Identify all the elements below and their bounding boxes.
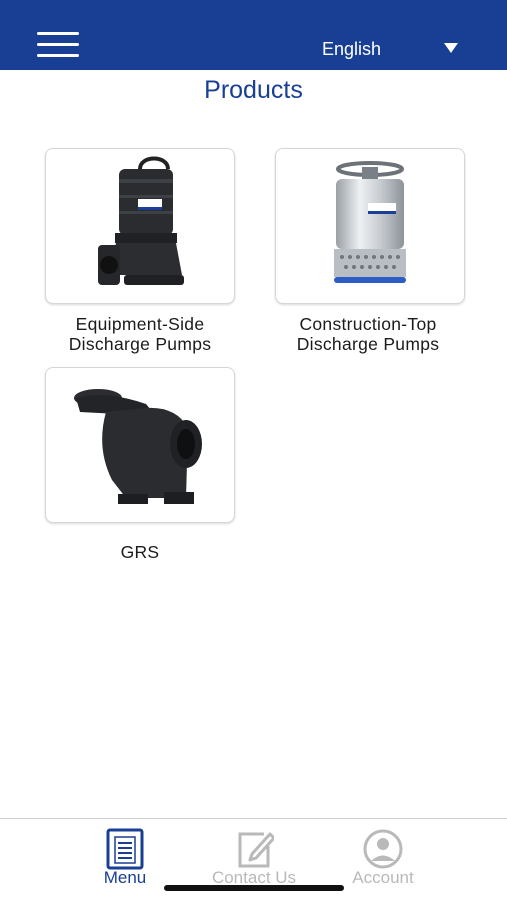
grs-pump-image — [74, 389, 202, 504]
tab-account[interactable]: Account — [328, 826, 438, 890]
language-label: English — [322, 39, 382, 59]
caption-line: Discharge Pumps — [296, 334, 440, 354]
hamburger-menu-icon[interactable] — [37, 32, 79, 60]
home-indicator — [164, 885, 344, 891]
dropdown-caret-icon — [444, 43, 458, 53]
bottom-nav-divider — [0, 818, 507, 819]
product-card-construction-top[interactable] — [275, 148, 465, 304]
stainless-pump-image — [334, 161, 406, 283]
product-caption: Equipment-Side Discharge Pumps — [46, 314, 234, 354]
product-card-grs[interactable] — [45, 367, 235, 523]
submersible-pump-image — [98, 156, 184, 285]
user-account-icon — [363, 829, 403, 869]
page-title: Products — [204, 76, 303, 104]
top-app-bar: English — [0, 0, 507, 70]
tab-label: Menu — [103, 868, 147, 887]
caption-line: Equipment-Side — [75, 314, 205, 334]
caption-line: Construction-Top — [299, 314, 437, 334]
tab-contact-us[interactable]: Contact Us — [199, 826, 309, 890]
product-caption: Construction-Top Discharge Pumps — [272, 314, 464, 354]
tab-menu[interactable]: Menu — [70, 826, 180, 890]
product-card-equipment-side[interactable] — [45, 148, 235, 304]
language-selector[interactable]: English — [322, 36, 472, 62]
tab-label: Account — [352, 868, 414, 887]
menu-document-icon — [106, 828, 144, 870]
product-caption: GRS — [46, 542, 234, 562]
caption-line: Discharge Pumps — [68, 334, 212, 354]
edit-note-icon — [238, 832, 274, 868]
caption-line: GRS — [120, 542, 160, 562]
